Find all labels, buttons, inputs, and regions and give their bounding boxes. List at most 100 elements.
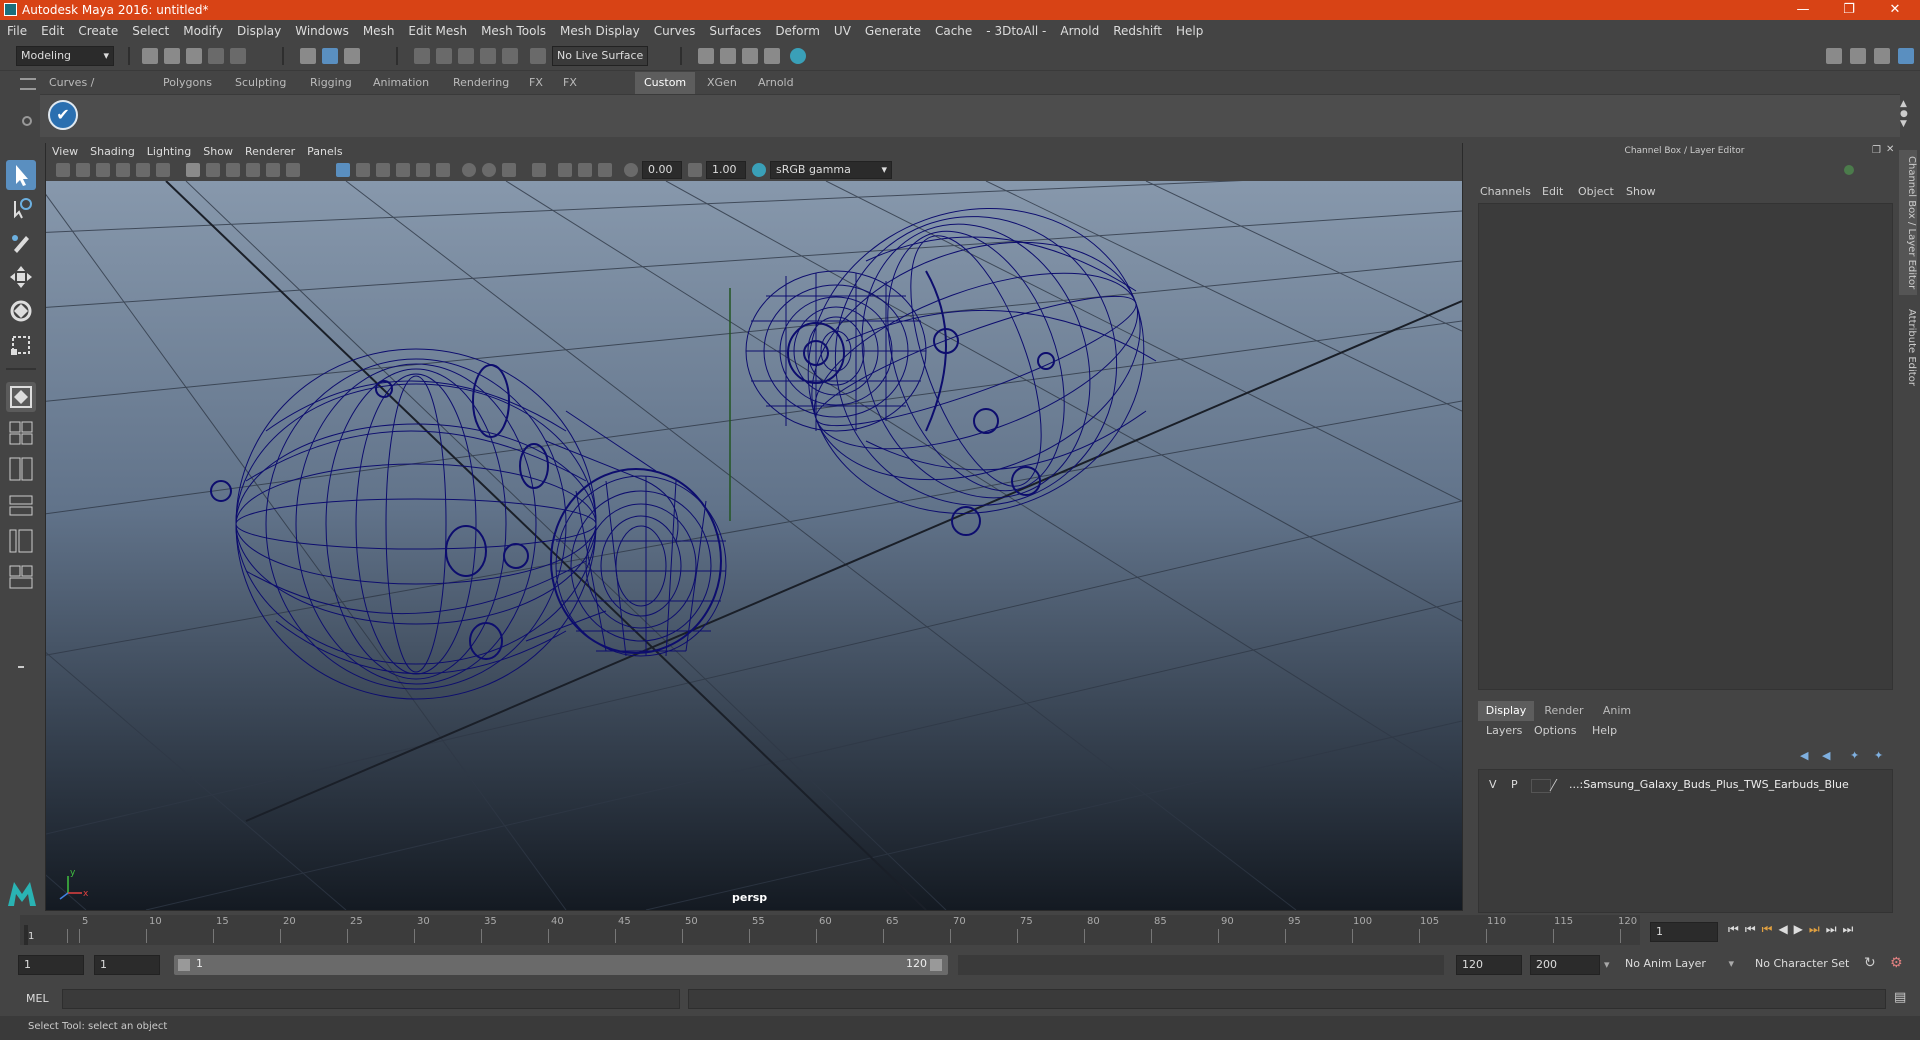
viewport-menu-show[interactable]: Show bbox=[197, 143, 239, 161]
command-input[interactable] bbox=[62, 989, 680, 1009]
persp-viewport-scene[interactable]: y x persp bbox=[46, 181, 1462, 910]
float-panel-icon[interactable]: ❐ bbox=[1872, 145, 1881, 156]
channel-menu-object[interactable]: Object bbox=[1578, 183, 1614, 201]
paint-select-icon[interactable] bbox=[6, 228, 36, 258]
smooth-shade-icon[interactable] bbox=[356, 163, 370, 177]
viewport-menu-renderer[interactable]: Renderer bbox=[239, 143, 301, 161]
snap-grid-icon[interactable] bbox=[414, 48, 430, 64]
range-start-handle[interactable] bbox=[178, 959, 190, 971]
anti-aliasing-icon[interactable] bbox=[502, 163, 516, 177]
close-panel-icon[interactable]: ✕ bbox=[1886, 144, 1894, 155]
grease-pencil-icon[interactable] bbox=[156, 163, 170, 177]
close-button[interactable]: ✕ bbox=[1872, 0, 1918, 20]
layer-tab-render[interactable]: Render bbox=[1536, 701, 1592, 721]
move-layer-up-icon[interactable]: ◀ bbox=[1800, 749, 1808, 762]
menu-mesh-display[interactable]: Mesh Display bbox=[553, 20, 647, 42]
viewport-menu-view[interactable]: View bbox=[46, 143, 84, 161]
menu-generate[interactable]: Generate bbox=[858, 20, 928, 42]
character-set-dropdown[interactable]: No Character Set bbox=[1750, 955, 1862, 975]
exposure-icon[interactable] bbox=[624, 163, 638, 177]
layer-color-swatch-icon[interactable] bbox=[1549, 779, 1570, 791]
viewport-menu-shading[interactable]: Shading bbox=[84, 143, 141, 161]
layout-two-view-icon[interactable] bbox=[6, 454, 36, 484]
select-component-icon[interactable] bbox=[344, 48, 360, 64]
play-backward-icon[interactable]: ◀ bbox=[1778, 922, 1793, 936]
shelf-tab-arnold[interactable]: Arnold bbox=[749, 72, 803, 94]
default-material-icon[interactable] bbox=[376, 163, 390, 177]
menu-mesh[interactable]: Mesh bbox=[356, 20, 402, 42]
snap-view-icon[interactable] bbox=[480, 48, 496, 64]
shelf-menu-icon[interactable] bbox=[20, 78, 36, 90]
custom-shelf-check-icon[interactable]: ✔ bbox=[48, 100, 78, 130]
layer-playback-toggle[interactable]: P bbox=[1511, 776, 1518, 794]
toggle-tools-icon[interactable] bbox=[1874, 48, 1890, 64]
channel-menu-edit[interactable]: Edit bbox=[1542, 183, 1563, 201]
anim-layer-dropdown[interactable]: No Anim Layer ▾ bbox=[1620, 955, 1738, 975]
film-gate-icon[interactable] bbox=[206, 163, 220, 177]
playback-end-field[interactable]: 120 bbox=[1456, 955, 1522, 975]
layer-visibility-toggle[interactable]: V bbox=[1489, 776, 1497, 794]
snap-point-icon[interactable] bbox=[458, 48, 474, 64]
playback-start-field[interactable]: 1 bbox=[94, 955, 160, 975]
redo-icon[interactable] bbox=[230, 48, 246, 64]
shelf-tab-animation[interactable]: Animation bbox=[364, 72, 439, 94]
magnet-icon[interactable] bbox=[530, 48, 546, 64]
backface-culling-icon[interactable] bbox=[598, 163, 612, 177]
new-layer-icon[interactable]: ✦ bbox=[1850, 749, 1859, 762]
menu-deform[interactable]: Deform bbox=[768, 20, 827, 42]
side-tab-attribute-editor[interactable]: Attribute Editor bbox=[1899, 300, 1917, 395]
current-frame-field[interactable]: 1 bbox=[1650, 922, 1718, 942]
textured-icon[interactable] bbox=[396, 163, 410, 177]
menu-display[interactable]: Display bbox=[230, 20, 288, 42]
select-hierarchy-icon[interactable] bbox=[300, 48, 316, 64]
restore-button[interactable]: ❐ bbox=[1826, 0, 1872, 20]
scale-tool-icon[interactable] bbox=[6, 330, 36, 360]
xray-joints-icon[interactable] bbox=[578, 163, 592, 177]
menu-surfaces[interactable]: Surfaces bbox=[702, 20, 768, 42]
ipr-render-icon[interactable] bbox=[742, 48, 758, 64]
mode-dropdown[interactable]: Modeling ▾ bbox=[16, 46, 114, 66]
live-surface-field[interactable]: No Live Surface bbox=[552, 46, 648, 66]
shelf-tab-polygons[interactable]: Polygons bbox=[154, 72, 221, 94]
grid-toggle-icon[interactable] bbox=[186, 163, 200, 177]
color-space-dropdown[interactable]: sRGB gamma ▾ bbox=[770, 161, 892, 179]
isolate-select-icon[interactable] bbox=[532, 163, 546, 177]
lasso-select-icon[interactable] bbox=[6, 194, 36, 224]
viewport-menu-lighting[interactable]: Lighting bbox=[141, 143, 197, 161]
layout-outliner-icon[interactable] bbox=[6, 490, 36, 520]
shadows-icon[interactable] bbox=[436, 163, 450, 177]
undo-icon[interactable] bbox=[208, 48, 224, 64]
shelf-tab-fx[interactable]: FX bbox=[520, 72, 552, 94]
layout-graph-icon[interactable] bbox=[6, 526, 36, 556]
layer-menu-layers[interactable]: Layers bbox=[1486, 721, 1522, 741]
channel-box-toggle-icon[interactable] bbox=[1898, 48, 1914, 64]
step-back-key-icon[interactable]: ⏮ bbox=[1762, 922, 1779, 936]
bookmark-icon[interactable] bbox=[96, 163, 110, 177]
menu-create[interactable]: Create bbox=[71, 20, 125, 42]
go-to-end-icon[interactable]: ⏭ bbox=[1843, 922, 1860, 936]
move-tool-icon[interactable] bbox=[6, 262, 36, 292]
script-language-label[interactable]: MEL bbox=[26, 992, 49, 1005]
menu-arnold[interactable]: Arnold bbox=[1053, 20, 1106, 42]
layer-display-type[interactable] bbox=[1531, 779, 1551, 793]
layer-tab-display[interactable]: Display bbox=[1478, 701, 1534, 721]
step-forward-icon[interactable]: ⏭ bbox=[1826, 922, 1843, 936]
time-slider[interactable]: 5 10 15 20 25 30 35 40 45 50 55 60 65 70… bbox=[20, 915, 1640, 945]
new-layer-selected-icon[interactable]: ✦ bbox=[1874, 749, 1883, 762]
camera-select-icon[interactable] bbox=[56, 163, 70, 177]
layer-tab-anim[interactable]: Anim bbox=[1592, 701, 1642, 721]
go-to-start-icon[interactable]: ⏮ bbox=[1728, 922, 1745, 936]
hypershade-icon[interactable] bbox=[790, 48, 806, 64]
menu-curves[interactable]: Curves bbox=[647, 20, 703, 42]
exposure-field[interactable]: 0.00 bbox=[642, 161, 682, 179]
menu-redshift[interactable]: Redshift bbox=[1106, 20, 1169, 42]
shelf-tab-custom[interactable]: Custom bbox=[635, 72, 696, 94]
manipulator-icon[interactable] bbox=[1844, 165, 1854, 175]
channel-menu-channels[interactable]: Channels bbox=[1480, 183, 1531, 201]
step-back-icon[interactable]: ⏮ bbox=[1745, 922, 1762, 936]
range-end-handle[interactable] bbox=[930, 959, 942, 971]
side-tab-channel-box[interactable]: Channel Box / Layer Editor bbox=[1899, 150, 1917, 295]
shelf-tab-curves-surfaces[interactable]: Curves / Surfaces bbox=[40, 72, 106, 111]
all-lights-icon[interactable] bbox=[416, 163, 430, 177]
shelf-tab-rigging[interactable]: Rigging bbox=[301, 72, 361, 94]
